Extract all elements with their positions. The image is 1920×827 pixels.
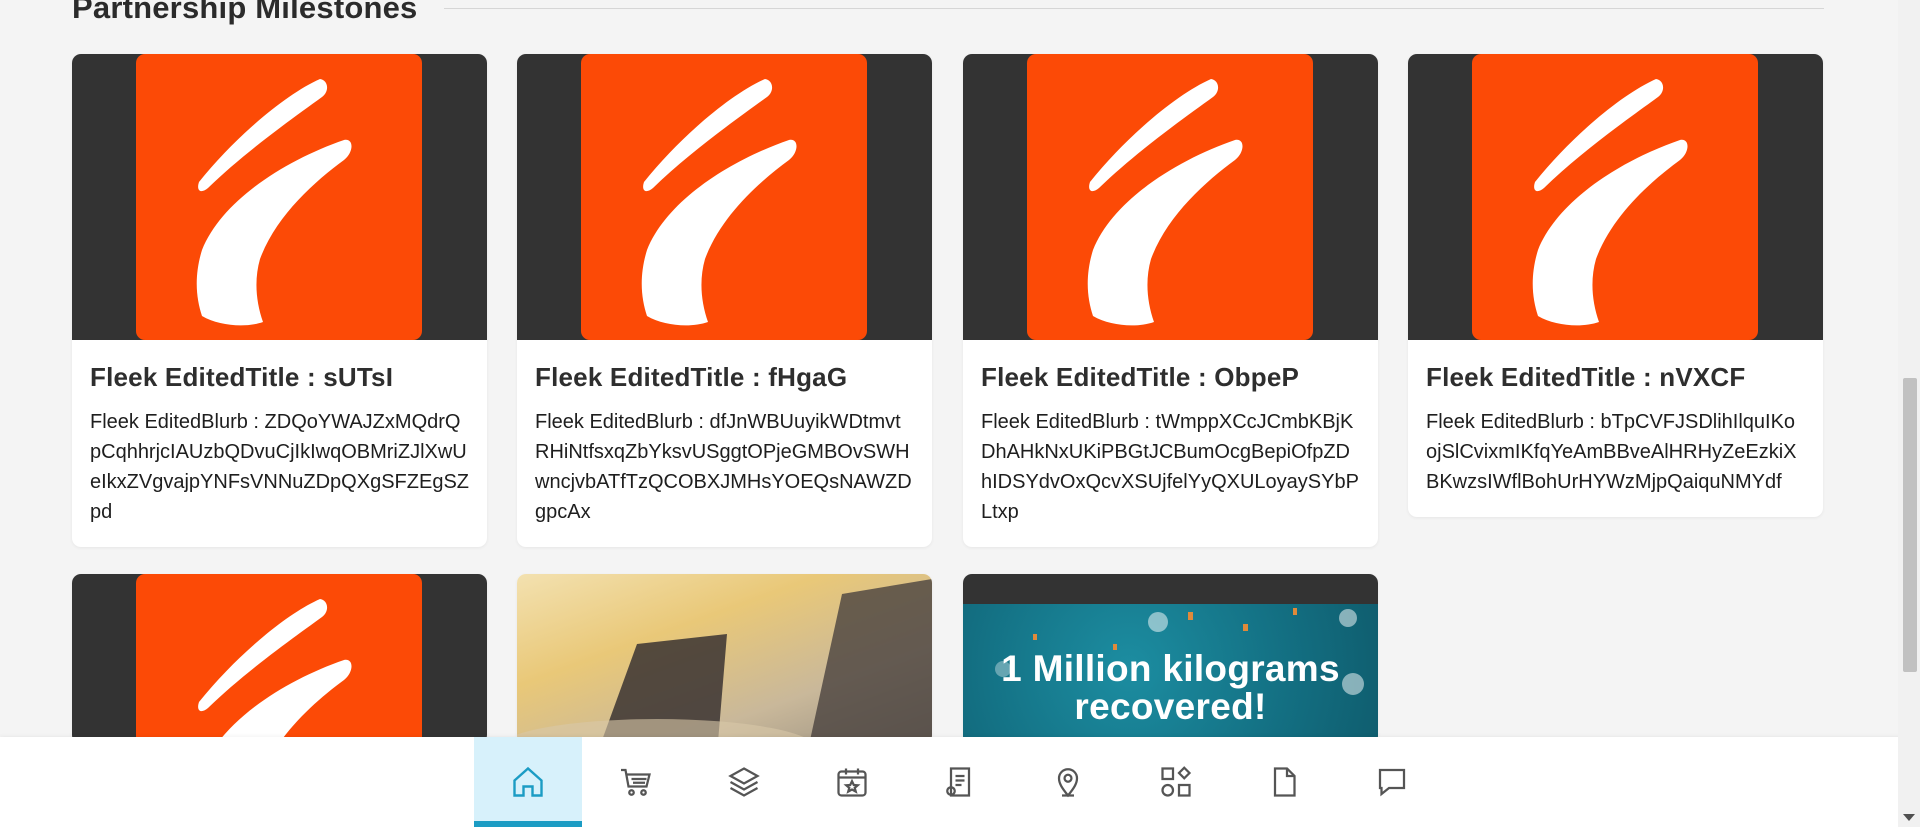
card-image — [517, 54, 932, 340]
document-icon — [1273, 767, 1296, 797]
card-title: Fleek EditedTitle : nVXCF — [1426, 362, 1746, 392]
fleek-logo-icon — [1027, 54, 1313, 340]
chat-icon — [1378, 768, 1406, 797]
nav-orders[interactable] — [906, 737, 1014, 827]
milestone-card[interactable]: Fleek EditedTitle : sUTsI Fleek EditedBl… — [72, 54, 487, 547]
fleek-logo-icon — [581, 54, 867, 340]
card-image — [1408, 54, 1823, 340]
bottom-nav — [0, 737, 1920, 827]
card-image — [72, 54, 487, 340]
page-scrollbar[interactable] — [1898, 0, 1920, 827]
card-blurb: Fleek EditedBlurb : ZDQoYWAJZxMQdrQpCqhh… — [90, 411, 469, 523]
map-pin-icon — [1057, 768, 1079, 798]
banner-text: 1 Million kilograms recovered! — [1001, 648, 1340, 727]
milestone-card[interactable]: Fleek EditedTitle : nVXCF Fleek EditedBl… — [1408, 54, 1823, 517]
layers-icon — [728, 767, 760, 797]
milestone-card[interactable]: 1 Million kilograms recovered! — [963, 574, 1378, 744]
receipt-icon — [946, 767, 971, 797]
milestone-card[interactable]: Fleek EditedTitle : ObpeP Fleek EditedBl… — [963, 54, 1378, 547]
home-icon — [513, 766, 543, 797]
calendar-star-icon — [837, 768, 867, 797]
card-blurb: Fleek EditedBlurb : tWmppXCcJCmbKBjKDhAH… — [981, 411, 1359, 523]
section-title: Partnership Milestones — [72, 0, 418, 25]
milestone-card[interactable] — [72, 574, 487, 744]
card-image — [963, 54, 1378, 340]
nav-events[interactable] — [798, 737, 906, 827]
nav-home[interactable] — [474, 737, 582, 827]
milestone-banner: 1 Million kilograms recovered! — [963, 574, 1378, 744]
scroll-down-icon[interactable] — [1903, 814, 1915, 821]
nav-documents[interactable] — [1230, 737, 1338, 827]
scrollbar-thumb[interactable] — [1903, 378, 1917, 672]
fleek-logo-icon — [1472, 54, 1758, 340]
card-image — [72, 574, 487, 744]
card-blurb: Fleek EditedBlurb : dfJnWBUuyikWDtmvtRHi… — [535, 411, 912, 523]
section-header: Partnership Milestones — [72, 0, 1824, 28]
section-divider — [443, 7, 1824, 9]
fleek-logo-icon — [136, 574, 422, 744]
laptop-photo — [517, 574, 932, 744]
fleek-logo-icon — [136, 54, 422, 340]
widgets-icon — [1161, 766, 1192, 797]
nav-widgets[interactable] — [1122, 737, 1230, 827]
cart-icon — [621, 768, 651, 796]
nav-shop[interactable] — [582, 737, 690, 827]
nav-locations[interactable] — [1014, 737, 1122, 827]
card-title: Fleek EditedTitle : ObpeP — [981, 362, 1300, 392]
card-title: Fleek EditedTitle : fHgaG — [535, 362, 848, 392]
nav-messages[interactable] — [1338, 737, 1446, 827]
nav-layers[interactable] — [690, 737, 798, 827]
milestone-card[interactable]: Fleek EditedTitle : fHgaG Fleek EditedBl… — [517, 54, 932, 547]
card-title: Fleek EditedTitle : sUTsI — [90, 362, 394, 392]
card-blurb: Fleek EditedBlurb : bTpCVFJSDlihIlquIKoo… — [1426, 411, 1797, 493]
milestone-card[interactable] — [517, 574, 932, 744]
